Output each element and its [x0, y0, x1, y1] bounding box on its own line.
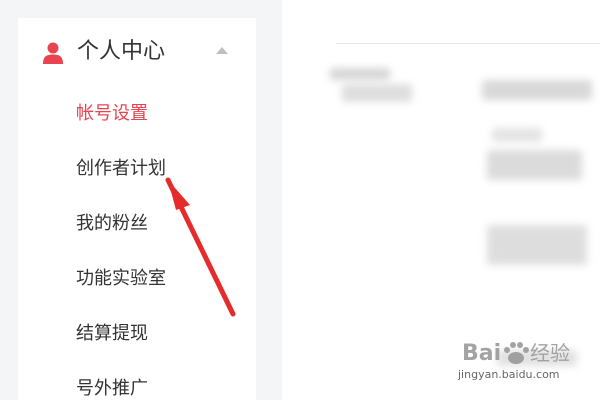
redacted-block — [487, 150, 582, 180]
content-divider — [336, 43, 600, 44]
section-title: 个人中心 — [77, 39, 166, 64]
redacted-block — [330, 68, 390, 80]
personal-center-header[interactable]: 个人中心 — [18, 18, 256, 86]
redacted-block — [492, 128, 542, 142]
sidebar: 个人中心 帐号设置 创作者计划 我的粉丝 功能实验室 结算提现 号外推广 — [18, 18, 256, 400]
sidebar-item-account-settings[interactable]: 帐号设置 — [76, 96, 246, 132]
redacted-block — [342, 84, 412, 102]
watermark-url: jingyan.baidu.com — [458, 368, 560, 381]
svg-text:Bai: Bai — [462, 341, 501, 366]
sidebar-item-promotion[interactable]: 号外推广 — [76, 371, 246, 400]
redacted-block — [482, 80, 592, 100]
sidebar-item-my-fans[interactable]: 我的粉丝 — [76, 206, 246, 242]
chevron-up-icon[interactable] — [215, 45, 229, 55]
sidebar-item-feature-lab[interactable]: 功能实验室 — [76, 261, 246, 297]
baidu-logo: Bai 经验 — [462, 341, 570, 366]
sidebar-item-creator-plan[interactable]: 创作者计划 — [76, 151, 246, 187]
sidebar-item-settlement[interactable]: 结算提现 — [76, 316, 246, 352]
page: 个人中心 帐号设置 创作者计划 我的粉丝 功能实验室 结算提现 号外推广 Bai — [0, 0, 600, 400]
user-icon — [43, 42, 63, 64]
svg-text:经验: 经验 — [530, 341, 570, 365]
baidu-jingyan-watermark: Bai 经验 jingyan.baidu.com — [440, 328, 600, 392]
redacted-block — [487, 225, 587, 265]
